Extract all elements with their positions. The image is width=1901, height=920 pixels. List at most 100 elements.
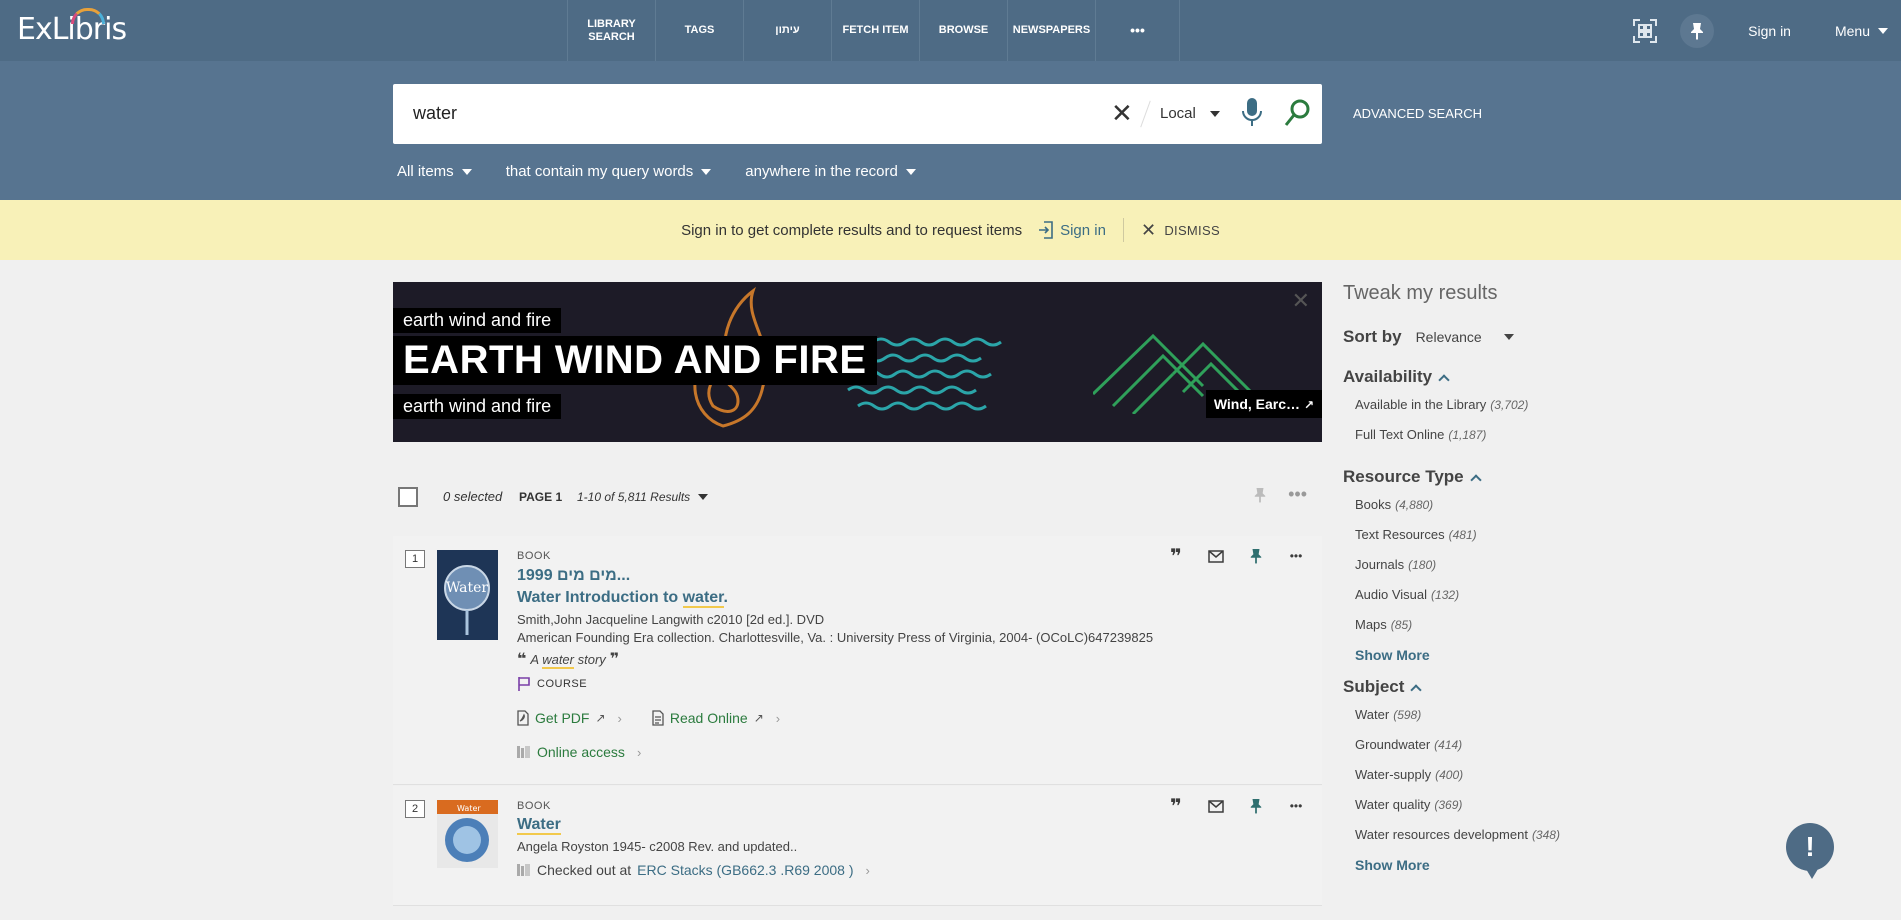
nav-more-button[interactable]: ••• [1096,0,1180,61]
facet-item[interactable]: Available in the Library (3,702) [1355,397,1643,417]
result-number: 1 [405,550,425,568]
facet-item[interactable]: Water (598) [1355,707,1643,727]
search-box: water ✕ Local [393,84,1322,144]
search-input[interactable]: water [413,103,457,124]
sign-in-link[interactable]: Sign in [1748,23,1791,39]
external-link-icon: ↗ [753,711,764,725]
facet-item[interactable]: Water quality (369) [1355,797,1643,817]
facet-item[interactable]: Text Resources (481) [1355,527,1643,547]
exclamation-icon: ! [1805,831,1815,862]
pin-icon[interactable] [1253,486,1267,507]
sign-in-icon [1039,221,1053,239]
result-title-hebrew[interactable]: 1999 מים מים... [517,567,1217,585]
show-more-resource-type[interactable]: Show More [1355,647,1643,663]
banner-sign-in-link[interactable]: Sign in [1038,221,1106,239]
pin-icon[interactable] [1248,798,1264,814]
promo-link-label: Wind, Earc… [1213,396,1301,412]
highlight-term: water [542,651,574,669]
chevron-right-icon: › [617,710,622,726]
selected-count: 0 selected [443,489,503,504]
result-item[interactable]: 2 Water BOOK Water Angela Royston 1945- … [393,786,1322,906]
result-item[interactable]: 1 Water BOOK 1999 מים מים... Water Intro… [393,536,1322,785]
show-more-subject[interactable]: Show More [1355,857,1643,873]
results-count-dropdown[interactable]: 1-10 of 5,811 Results [577,490,709,504]
pin-icon[interactable] [1248,548,1264,564]
close-icon: ✕ [1140,219,1157,240]
feedback-button[interactable]: ! [1786,823,1834,879]
quote-close-icon: ❞ [609,651,620,668]
svg-text:Water: Water [457,804,481,813]
filter-match[interactable]: that contain my query words [506,163,712,180]
facet-label: Audio Visual [1355,587,1428,602]
snippet-text: A [530,651,543,667]
page-indicator: PAGE 1 [519,490,563,504]
facet-count: (1,187) [1448,428,1487,442]
facet-item[interactable]: Maps (85) [1355,617,1643,637]
citation-icon[interactable]: ❞ [1168,546,1184,568]
promo-link[interactable]: Wind, Earc… ↗ [1205,390,1322,418]
close-icon[interactable]: ✕ [1292,288,1310,314]
scope-select[interactable]: Local [1160,105,1220,122]
facet-label: Journals [1355,557,1405,572]
facet-heading-resource-type[interactable]: Resource Type [1343,467,1643,487]
more-actions-icon[interactable]: ••• [1288,798,1304,814]
facet-item[interactable]: Water resources development (348) [1355,827,1643,847]
facet-heading-availability[interactable]: Availability [1343,367,1643,387]
online-access-link[interactable]: Online access › [517,744,1217,760]
microphone-icon[interactable] [1241,97,1263,134]
more-actions-icon[interactable]: ••• [1288,548,1304,564]
read-online-link[interactable]: Read Online ↗ › [652,710,780,726]
more-actions-icon[interactable]: ••• [1288,484,1307,505]
promo-bottom-label: earth wind and fire [393,394,562,419]
facet-item[interactable]: Groundwater (414) [1355,737,1643,757]
nav-newspapers[interactable]: NEWSPAPERS [1008,0,1096,61]
sort-by-row: Sort by Relevance [1343,327,1643,347]
result-actions: ❞ ••• [1168,796,1304,818]
top-navigation-bar: ExLibris LIBRARY SEARCH TAGS עיתון FETCH… [0,0,1901,61]
result-title[interactable]: Water [517,816,1217,835]
email-icon[interactable] [1208,548,1224,564]
search-icon[interactable] [1284,98,1312,133]
pin-icon[interactable] [1680,13,1715,48]
menu-button[interactable]: Menu [1835,23,1888,39]
sort-select[interactable]: Relevance [1416,329,1514,345]
nav-tags[interactable]: TAGS [656,0,744,61]
search-filters: All items that contain my query words an… [397,163,916,180]
facet-item[interactable]: Journals (180) [1355,557,1643,577]
facet-item[interactable]: Water-supply (400) [1355,767,1643,787]
nav-fetch-item[interactable]: FETCH ITEM [832,0,920,61]
filter-field[interactable]: anywhere in the record [745,163,916,180]
banner-sign-in-label: Sign in [1060,221,1106,239]
clear-icon[interactable]: ✕ [1111,100,1133,126]
email-icon[interactable] [1208,798,1224,814]
result-title[interactable]: Water Introduction to water. [517,589,1217,608]
facet-item[interactable]: Audio Visual (132) [1355,587,1643,607]
document-icon [652,710,664,726]
nav-browse[interactable]: BROWSE [920,0,1008,61]
exlibris-logo[interactable]: ExLibris [17,8,127,47]
facet-item[interactable]: Full Text Online (1,187) [1355,427,1643,447]
quote-open-icon: ❝ [517,651,527,668]
facet-heading-label: Availability [1343,367,1433,386]
availability-icon [517,746,530,758]
nav-library-search[interactable]: LIBRARY SEARCH [568,0,656,61]
select-all-checkbox[interactable] [398,487,418,507]
advanced-search-link[interactable]: ADVANCED SEARCH [1353,106,1482,121]
book-cover-thumbnail[interactable]: Water [437,550,498,640]
results-header: 0 selected PAGE 1 1-10 of 5,811 Results … [393,484,1322,510]
availability-status[interactable]: Checked out at ERC Stacks (GB662.3 .R69 … [517,862,1217,878]
facet-count: (481) [1448,528,1477,542]
dismiss-button[interactable]: ✕ DISMISS [1141,220,1220,241]
location-link[interactable]: ERC Stacks (GB662.3 .R69 2008 ) [637,862,853,878]
facet-item[interactable]: Books (4,880) [1355,497,1643,517]
filter-item-type[interactable]: All items [397,163,472,180]
sign-in-banner: Sign in to get complete results and to r… [0,200,1901,260]
facet-heading-subject[interactable]: Subject [1343,677,1643,697]
get-pdf-link[interactable]: Get PDF ↗ › [517,710,622,726]
qr-code-icon[interactable] [1628,14,1662,48]
course-icon [518,677,530,691]
nav-newspaper-he[interactable]: עיתון [744,0,832,61]
chevron-up-icon [1438,373,1450,386]
book-cover-thumbnail[interactable]: Water [437,800,498,868]
citation-icon[interactable]: ❞ [1168,796,1184,818]
